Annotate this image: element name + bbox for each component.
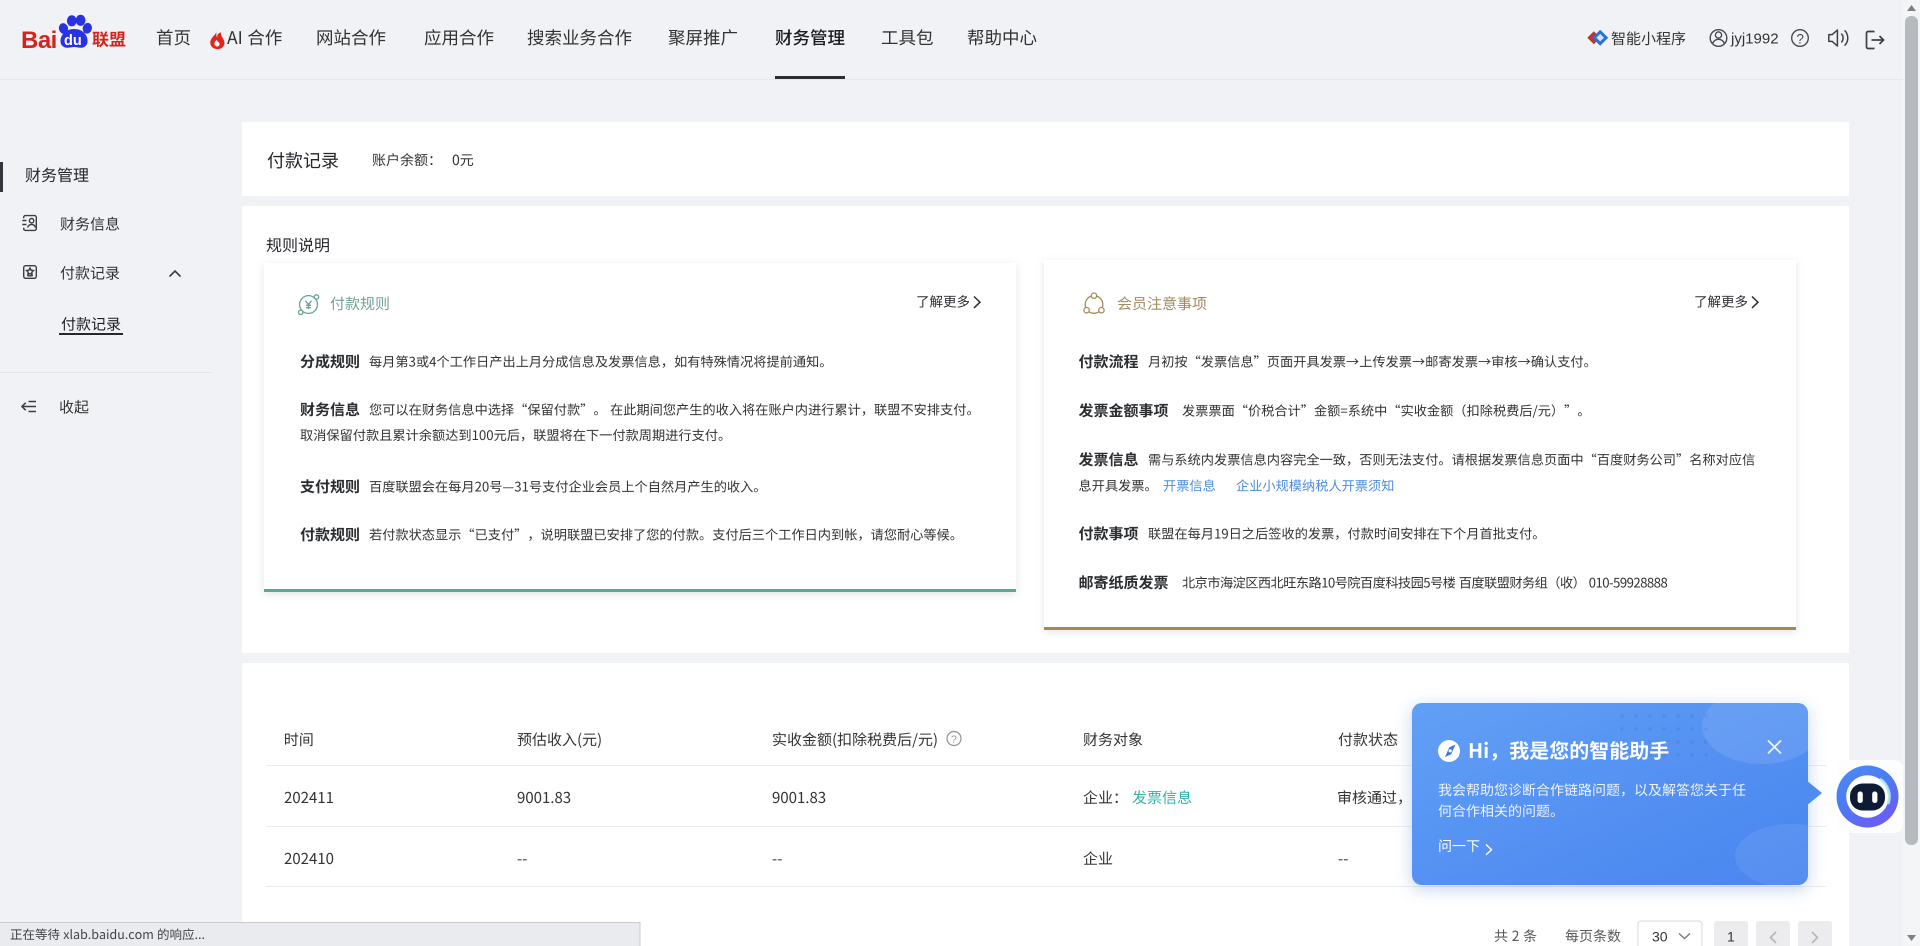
svg-text:du: du	[64, 33, 82, 49]
svg-text:30: 30	[1652, 929, 1668, 945]
svg-text:?: ?	[951, 734, 957, 746]
svg-text:Bai: Bai	[21, 27, 57, 54]
svg-text:1: 1	[1727, 929, 1735, 945]
svg-text:jyj1992: jyj1992	[1730, 31, 1779, 48]
svg-text:?: ?	[1796, 31, 1804, 46]
